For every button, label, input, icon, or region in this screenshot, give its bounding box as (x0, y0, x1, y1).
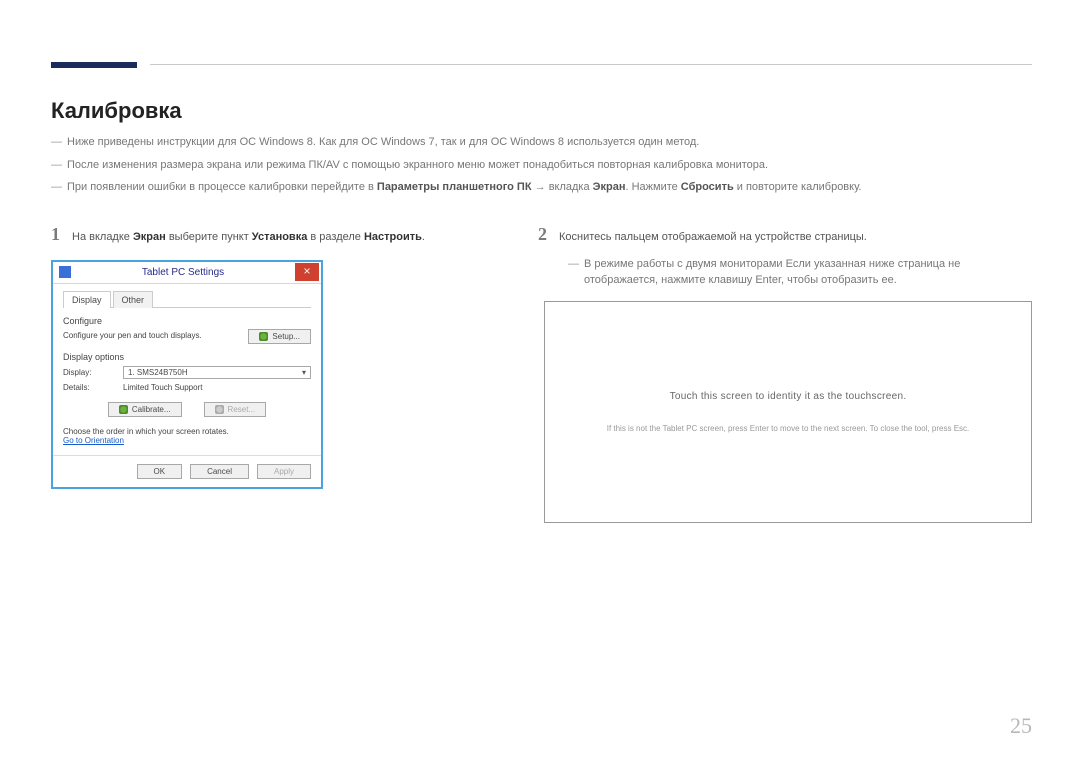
column-2: 2 Коснитесь пальцем отображаемой на устр… (538, 224, 1032, 523)
display-select[interactable]: 1. SMS24B750H (123, 366, 311, 379)
step2-subnote: В режиме работы с двумя мониторами Если … (568, 256, 1032, 289)
dialog-footer: OK Cancel Apply (53, 455, 321, 487)
note-3c: . Нажмите (625, 181, 680, 193)
ok-button[interactable]: OK (137, 464, 183, 479)
s1t1: На вкладке (72, 231, 133, 243)
details-value: Limited Touch Support (123, 383, 202, 392)
dialog-title: Tablet PC Settings (71, 267, 295, 278)
page-number: 25 (1010, 713, 1032, 739)
setup-button[interactable]: Setup... (248, 329, 311, 344)
calibrate-button-label: Calibrate... (132, 405, 171, 414)
cancel-button[interactable]: Cancel (190, 464, 249, 479)
step1-num: 1 (51, 224, 60, 245)
step2-text: Коснитесь пальцем отображаемой на устрой… (559, 229, 867, 246)
calibrate-button[interactable]: Calibrate... (108, 402, 182, 417)
reset-icon (215, 405, 224, 414)
note-3b4: Сбросить (681, 181, 734, 193)
setup-button-label: Setup... (272, 332, 300, 341)
orientation-link[interactable]: Go to Orientation (63, 436, 311, 445)
note-3: При появлении ошибки в процессе калибров… (51, 179, 1032, 196)
s1b1: Экран (133, 231, 166, 243)
details-label: Details: (63, 383, 113, 392)
page-title: Калибровка (51, 98, 182, 124)
note-3b1: Параметры планшетного ПК (377, 181, 532, 193)
rotate-note: Choose the order in which your screen ro… (63, 427, 311, 436)
note-3a: При появлении ошибки в процессе калибров… (67, 181, 377, 193)
calibrate-icon (119, 405, 128, 414)
notes-block: Ниже приведены инструкции для ОС Windows… (51, 134, 1032, 202)
dialog-icon (59, 266, 71, 278)
note-3b2: вкладка (549, 181, 593, 193)
step2-num: 2 (538, 224, 547, 245)
reset-button[interactable]: Reset... (204, 402, 267, 417)
note-2: После изменения размера экрана или режим… (51, 157, 1032, 174)
header-accent (51, 62, 137, 68)
note-1: Ниже приведены инструкции для ОС Windows… (51, 134, 1032, 151)
note-3d: и повторите калибровку. (734, 181, 862, 193)
dialog-tabs: Display Other (63, 290, 311, 308)
dialog-titlebar: Tablet PC Settings × (53, 262, 321, 284)
display-value: 1. SMS24B750H (128, 368, 188, 377)
touch-main-text: Touch this screen to identity it as the … (670, 391, 907, 402)
reset-button-label: Reset... (228, 405, 256, 414)
configure-text: Configure your pen and touch displays. (63, 331, 202, 341)
tab-other[interactable]: Other (113, 291, 154, 308)
tab-display[interactable]: Display (63, 291, 111, 308)
step1-head: 1 На вкладке Экран выберите пункт Устано… (51, 224, 506, 246)
step1-text: На вкладке Экран выберите пункт Установк… (72, 229, 425, 246)
column-1: 1 На вкладке Экран выберите пункт Устано… (51, 224, 506, 523)
display-label: Display: (63, 368, 113, 377)
s1b3: Настроить (364, 231, 422, 243)
s1t3: в разделе (307, 231, 364, 243)
s1t4: . (422, 231, 425, 243)
close-button[interactable]: × (295, 263, 319, 281)
display-options-label: Display options (63, 352, 311, 362)
note-3b3: Экран (593, 181, 626, 193)
header-rule (150, 64, 1032, 65)
tablet-pc-settings-dialog: Tablet PC Settings × Display Other Confi… (51, 260, 323, 489)
s1b2: Установка (252, 231, 308, 243)
configure-label: Configure (63, 316, 311, 326)
touchscreen-preview: Touch this screen to identity it as the … (544, 301, 1032, 523)
note-3arrow: → (532, 181, 549, 193)
touch-sub-text: If this is not the Tablet PC screen, pre… (607, 424, 970, 433)
s1t2: выберите пункт (166, 231, 252, 243)
apply-button[interactable]: Apply (257, 464, 311, 479)
step2-head: 2 Коснитесь пальцем отображаемой на устр… (538, 224, 1032, 246)
setup-icon (259, 332, 268, 341)
